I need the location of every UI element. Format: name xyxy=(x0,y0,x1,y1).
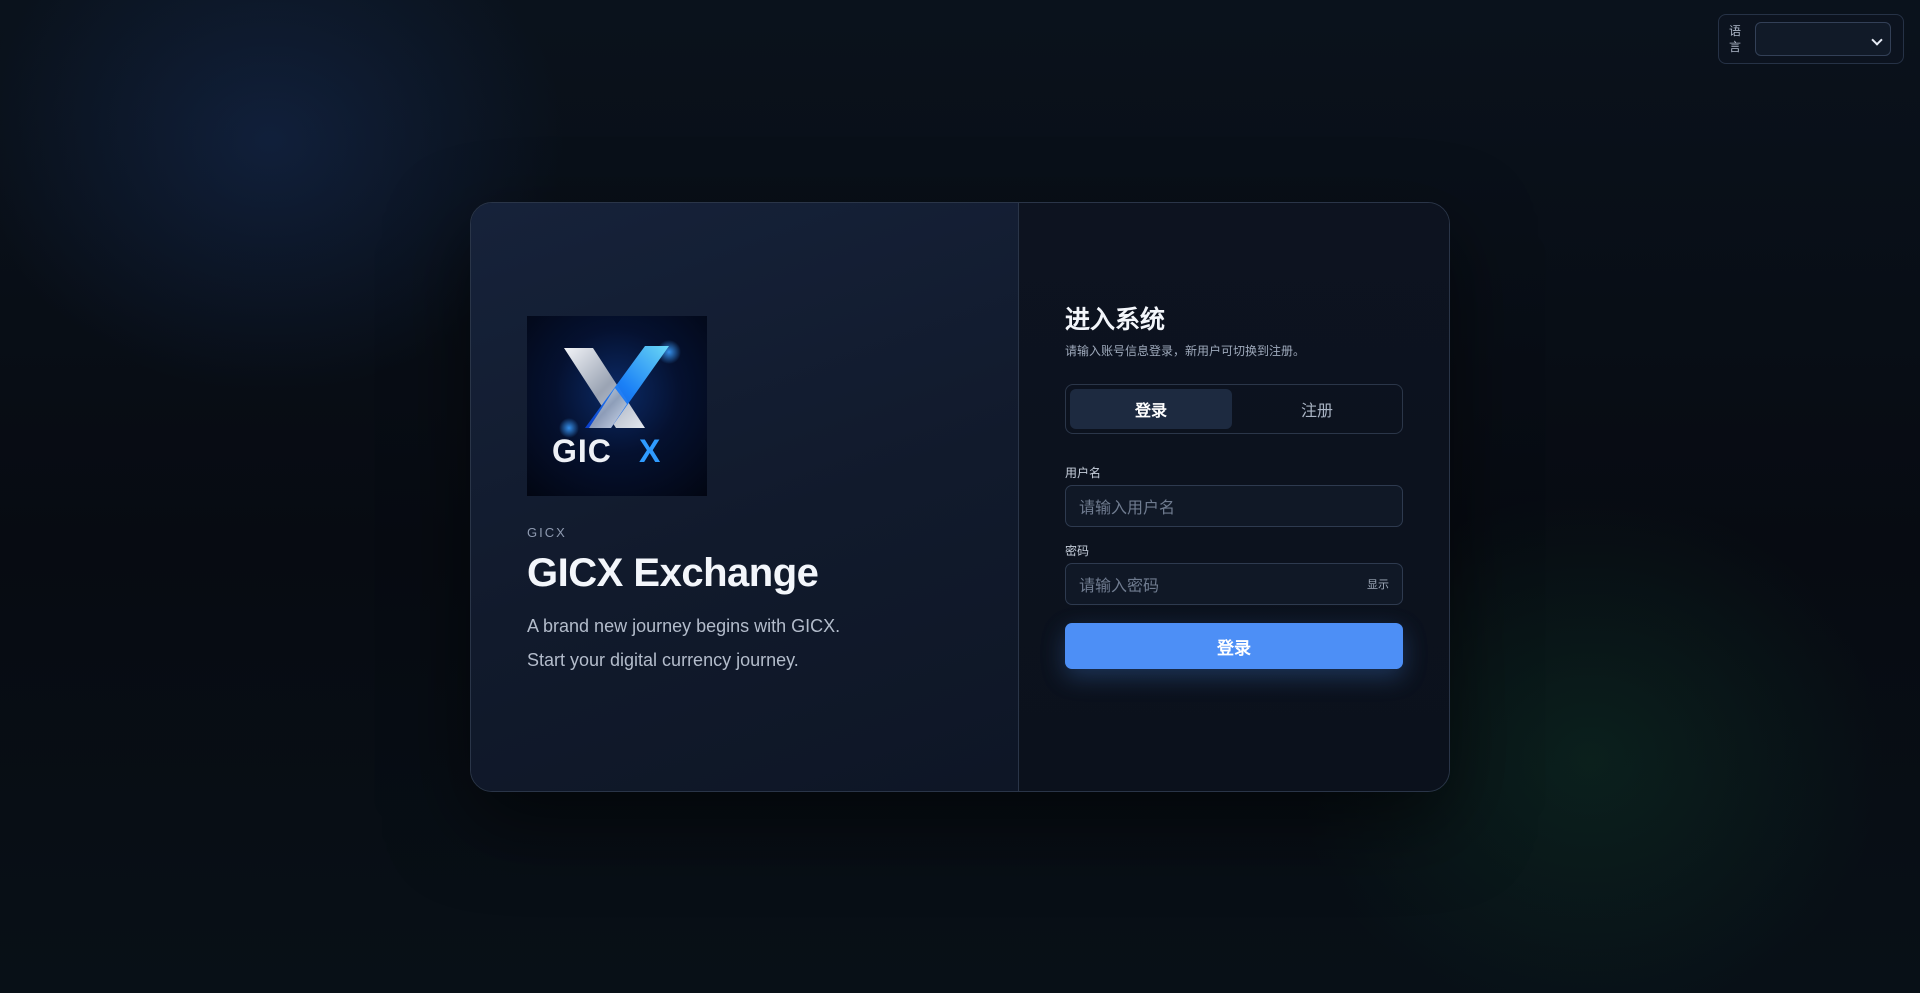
show-password-button[interactable]: 显示 xyxy=(1367,576,1389,592)
auth-tabs: 登录 注册 xyxy=(1065,384,1403,434)
form-title: 进入系统 xyxy=(1065,306,1166,334)
form-subtitle: 请输入账号信息登录，新用户可切换到注册。 xyxy=(1065,344,1306,358)
chevron-down-icon xyxy=(1871,34,1883,46)
svg-text:GIC: GIC xyxy=(552,433,612,469)
tab-register[interactable]: 注册 xyxy=(1236,389,1398,429)
language-selector: 语言 xyxy=(1718,14,1904,64)
language-select[interactable] xyxy=(1755,22,1891,56)
username-placeholder: 请输入用户名 xyxy=(1079,500,1176,517)
brand-label: GICX xyxy=(527,525,567,540)
tagline-line-2: Start your digital currency journey. xyxy=(527,650,799,670)
brand-title: GICX Exchange xyxy=(527,551,819,595)
password-input[interactable]: 请输入密码 显示 xyxy=(1065,563,1403,605)
password-placeholder: 请输入密码 xyxy=(1079,578,1160,595)
tagline-line-1: A brand new journey begins with GICX. xyxy=(527,616,841,636)
language-label: 语言 xyxy=(1729,24,1742,54)
login-panel: 进入系统 请输入账号信息登录，新用户可切换到注册。 登录 注册 用户名 请输入用… xyxy=(1019,203,1449,791)
gicx-logo-icon: GIC X xyxy=(552,340,681,469)
svg-text:X: X xyxy=(639,433,661,469)
username-input[interactable]: 请输入用户名 xyxy=(1065,485,1403,527)
tab-login[interactable]: 登录 xyxy=(1070,389,1232,429)
username-label: 用户名 xyxy=(1065,466,1102,480)
login-card: GIC X GICX GICX Exchange A brand new jou… xyxy=(470,202,1450,792)
password-label: 密码 xyxy=(1065,544,1090,558)
gicx-logo: GIC X xyxy=(527,316,707,496)
login-submit-button[interactable]: 登录 xyxy=(1065,623,1403,669)
brand-panel: GIC X GICX GICX Exchange A brand new jou… xyxy=(471,203,1019,791)
